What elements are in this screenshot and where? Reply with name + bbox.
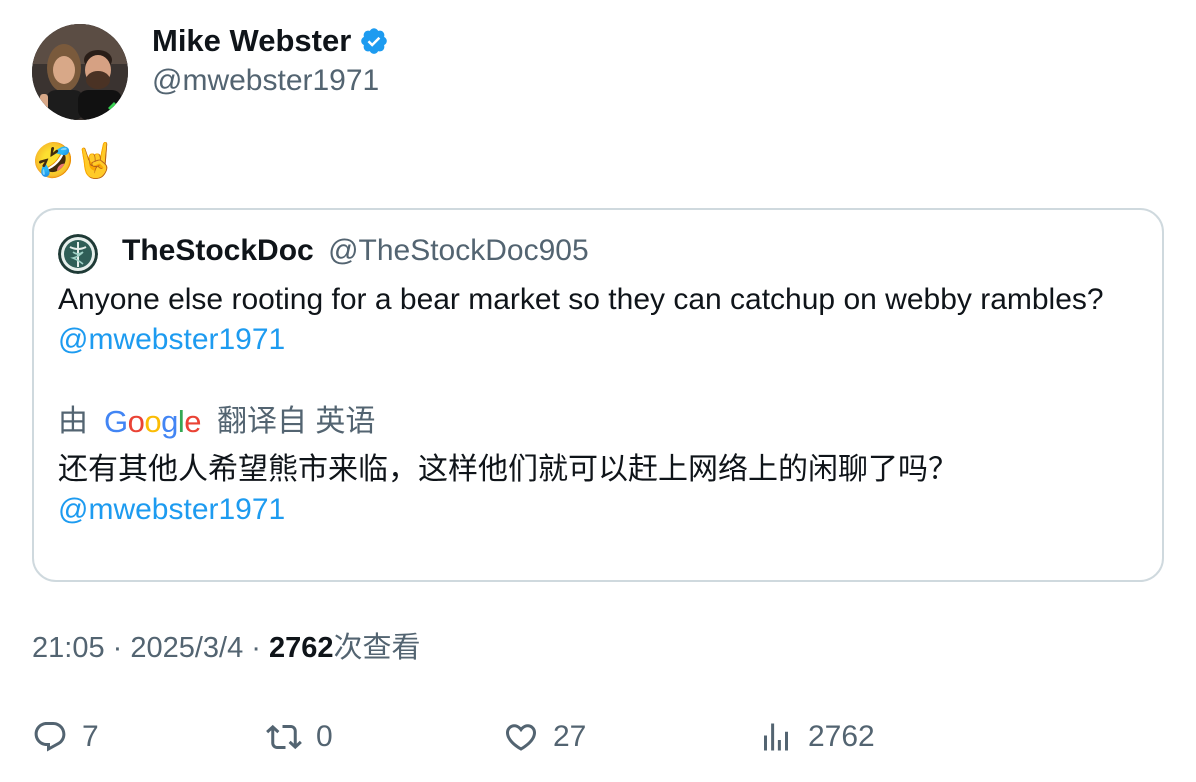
- repost-count: 0: [316, 720, 333, 753]
- tweet-action-bar: 7 0 27 2762: [0, 712, 1196, 762]
- translated-tweet-text: 还有其他人希望熊市来临，这样他们就可以赶上网络上的闲聊了吗？ @mwebster…: [58, 450, 1138, 530]
- like-count: 27: [553, 720, 587, 753]
- tweet-time[interactable]: 21:05: [32, 632, 105, 664]
- meta-separator: ·: [243, 632, 270, 664]
- meta-separator: ·: [104, 632, 131, 664]
- tweet-date[interactable]: 2025/3/4: [130, 632, 243, 664]
- views-action-count: 2762: [808, 720, 875, 753]
- quoted-author-name[interactable]: TheStockDoc: [122, 234, 314, 267]
- author-name-text: Mike Webster: [152, 23, 352, 58]
- author-avatar[interactable]: [32, 24, 128, 120]
- tweet-meta: 21:05 · 2025/3/4 · 2762次查看: [32, 628, 421, 668]
- heart-icon: [505, 724, 537, 751]
- translated-body: 还有其他人希望熊市来临，这样他们就可以赶上网络上的闲聊了吗？: [58, 453, 958, 486]
- author-handle[interactable]: @mwebster1971: [152, 63, 379, 99]
- reply-icon: [34, 722, 66, 752]
- author-name[interactable]: Mike Webster: [152, 22, 389, 60]
- reply-count: 7: [82, 720, 99, 753]
- quoted-tweet-body: Anyone else rooting for a bear market so…: [58, 283, 1104, 316]
- views-count: 2762: [269, 632, 334, 664]
- views-label: 次查看: [333, 632, 421, 664]
- translate-prefix: 由: [58, 405, 88, 438]
- translation-attribution: 由 Google 翻译自 英语: [58, 402, 375, 442]
- verified-badge-icon: [361, 28, 388, 54]
- reply-button[interactable]: 7: [32, 712, 99, 762]
- quoted-author-avatar[interactable]: [58, 234, 98, 274]
- repost-button[interactable]: 0: [266, 712, 333, 762]
- like-button[interactable]: 27: [503, 712, 586, 762]
- analytics-bar-icon: [764, 723, 788, 751]
- views-button[interactable]: 2762: [758, 712, 875, 762]
- quoted-tweet-card[interactable]: TheStockDoc @TheStockDoc905 Anyone else …: [32, 208, 1164, 582]
- google-logo-icon: Google: [104, 404, 202, 439]
- translate-suffix: 翻译自 英语: [217, 405, 376, 438]
- quoted-author[interactable]: TheStockDoc @TheStockDoc905: [122, 230, 589, 272]
- quoted-author-handle[interactable]: @TheStockDoc905: [328, 234, 589, 267]
- quoted-tweet-text: Anyone else rooting for a bear market so…: [58, 280, 1138, 360]
- caduceus-logo-icon: [58, 234, 98, 274]
- repost-icon: [266, 724, 302, 750]
- tweet-text: 🤣🤘: [32, 141, 117, 181]
- quoted-mention-link[interactable]: @mwebster1971: [58, 323, 285, 356]
- translated-mention-link[interactable]: @mwebster1971: [58, 490, 1138, 530]
- tweet-detail: Mike Webster @mwebster1971 🤣🤘 TheStockDo…: [0, 0, 1196, 782]
- avatar-photo-icon: [32, 24, 128, 120]
